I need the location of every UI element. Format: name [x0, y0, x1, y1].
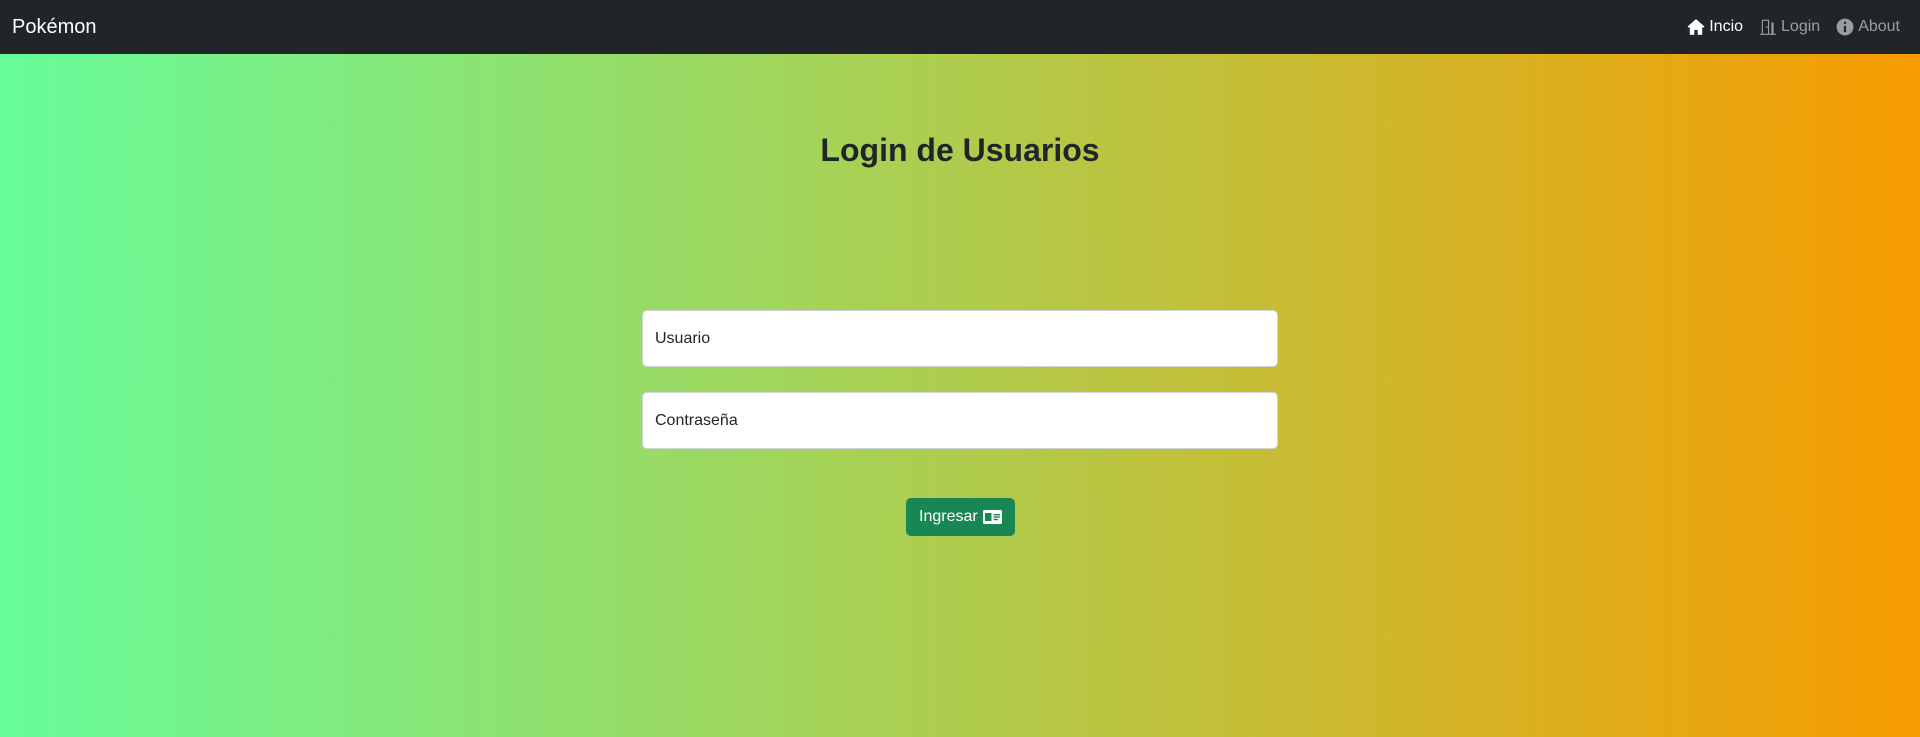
nav-link-about[interactable]: About [1836, 18, 1900, 36]
nav-link-label: About [1858, 18, 1900, 35]
submit-button-label: Ingresar [919, 508, 978, 525]
info-circle-icon [1836, 18, 1854, 36]
login-page: Login de Usuarios Ingresar [0, 54, 1920, 737]
password-input[interactable] [642, 392, 1278, 449]
top-navbar: Pokémon Incio Login About [0, 0, 1920, 54]
username-input[interactable] [642, 310, 1278, 367]
page-title: Login de Usuarios [820, 132, 1100, 168]
id-card-icon [982, 510, 1002, 524]
nav-link-label: Incio [1709, 18, 1744, 35]
door-icon [1760, 19, 1776, 35]
home-icon [1687, 19, 1705, 35]
brand-link[interactable]: Pokémon [12, 16, 97, 39]
submit-button[interactable]: Ingresar [906, 498, 1015, 536]
nav-link-label: Login [1781, 18, 1821, 35]
nav-link-incio[interactable]: Incio [1687, 18, 1743, 36]
nav-links: Incio Login About [1687, 18, 1908, 36]
nav-link-login[interactable]: Login [1759, 18, 1820, 36]
